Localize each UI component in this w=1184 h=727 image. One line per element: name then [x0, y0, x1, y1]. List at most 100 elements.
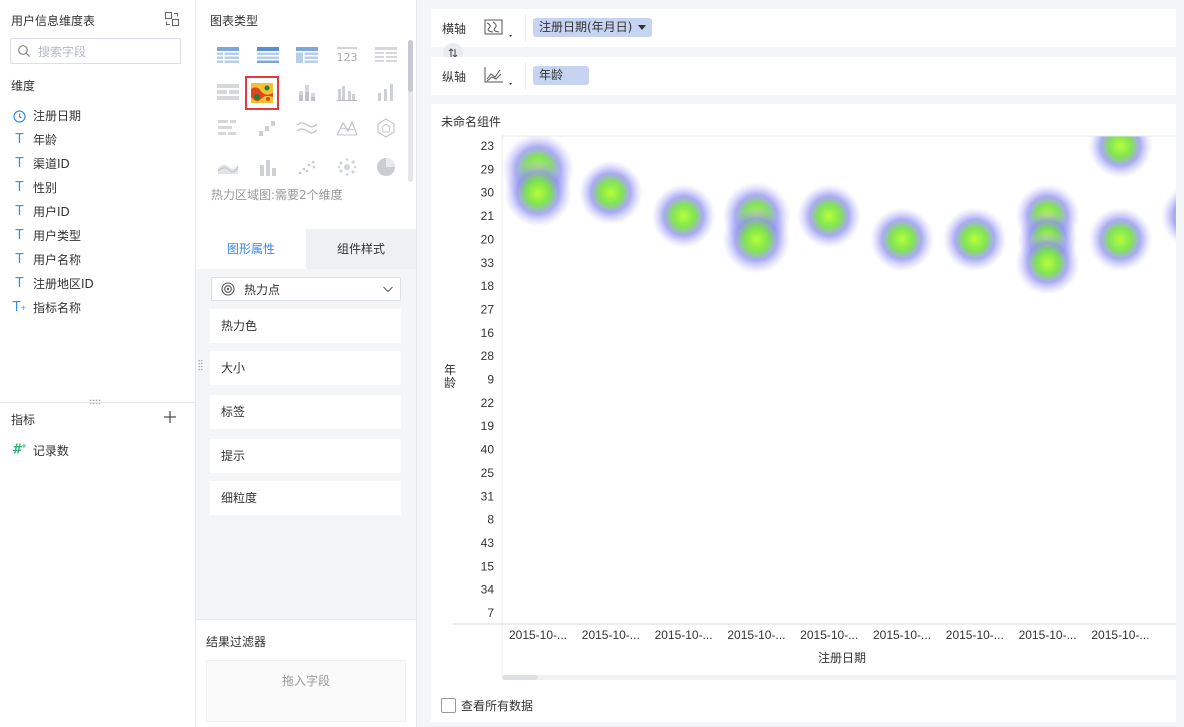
cross-table-icon[interactable]	[292, 40, 322, 70]
y-tick-label: 31	[481, 489, 495, 503]
tab-component-style[interactable]: 组件样式	[306, 229, 416, 269]
dimension-item[interactable]: T 用户名称	[12, 248, 94, 272]
y-axis-type-icon[interactable]	[484, 65, 516, 87]
polygon-radar-icon[interactable]	[371, 113, 401, 143]
heat-point-icon	[221, 282, 235, 296]
chart-type-scrollbar[interactable]	[408, 40, 413, 182]
y-tick-label: 16	[481, 326, 495, 340]
add-indicator-icon[interactable]	[163, 410, 177, 424]
dimension-item[interactable]: T 用户ID	[12, 200, 94, 224]
clock-icon	[12, 109, 27, 124]
y-tick-label: 25	[481, 466, 495, 480]
text-type-icon: T	[15, 204, 24, 219]
dimension-item[interactable]: 注册日期	[12, 104, 94, 128]
detail-table-icon[interactable]	[371, 40, 401, 70]
field-panel: 用户信息维度表 搜索字段 维度 注册日期 T 年龄 T 渠道ID T 性别 T 用户ID…	[0, 0, 196, 727]
heat-point[interactable]	[578, 160, 643, 225]
result-filter-title: 结果过滤器	[206, 635, 267, 649]
bar-chart-icon[interactable]	[213, 113, 243, 143]
dimension-item[interactable]: T 性别	[12, 176, 94, 200]
radar-line-icon[interactable]	[332, 113, 362, 143]
range-column-icon[interactable]	[253, 152, 283, 182]
field-search-input[interactable]: 搜索字段	[10, 38, 181, 64]
property-granularity[interactable]: 细粒度	[210, 481, 401, 515]
heat-point[interactable]	[504, 158, 572, 227]
table-chart-icon[interactable]	[213, 40, 243, 70]
y-tick-label: 22	[481, 396, 495, 410]
view-all-data-toggle[interactable]: 查看所有数据	[441, 697, 533, 714]
property-panel: 热力点 热力色 大小 标签 提示 细粒度	[196, 269, 416, 619]
chart-type-title: 图表类型	[210, 14, 259, 28]
x-tick-label: 2015-10-...	[1019, 628, 1077, 642]
text-card-icon[interactable]	[213, 77, 243, 107]
stacked-column-icon[interactable]	[292, 77, 322, 107]
section-divider	[0, 402, 195, 403]
text-type-icon: T	[15, 276, 24, 291]
heat-point[interactable]	[1088, 207, 1153, 272]
dimension-label: 性别	[33, 181, 58, 195]
bubble-icon[interactable]	[332, 152, 362, 182]
dimension-label: 用户ID	[33, 205, 70, 219]
property-label[interactable]: 标签	[210, 395, 401, 429]
search-placeholder: 搜索字段	[38, 45, 87, 59]
text-type-icon: T	[15, 180, 24, 195]
grouped-column-icon[interactable]	[332, 77, 362, 107]
heatmap-area-icon[interactable]	[245, 76, 279, 110]
kpi-number-icon[interactable]: 123	[332, 40, 362, 70]
tab-graphic-properties[interactable]: 图形属性	[196, 229, 306, 269]
x-tick-label: 2015-10-...	[1091, 628, 1149, 642]
indicator-item[interactable]: #+ 记录数	[12, 440, 69, 460]
dimension-item[interactable]: T 用户类型	[12, 224, 94, 248]
y-tick-label: 21	[481, 209, 495, 223]
dimension-item[interactable]: T 渠道ID	[12, 152, 94, 176]
area-chart-icon[interactable]	[213, 152, 243, 182]
scatter-icon[interactable]	[292, 152, 322, 182]
x-axis-field-pill[interactable]: 注册日期(年月日)	[533, 18, 653, 37]
property-heat-color[interactable]: 热力色	[210, 309, 401, 343]
axis-divider	[525, 15, 526, 41]
mark-type-select[interactable]: 热力点	[211, 277, 401, 301]
text-type-icon: T	[15, 156, 24, 171]
switch-dataset-icon[interactable]	[164, 11, 180, 27]
scrollbar-thumb[interactable]	[408, 40, 413, 92]
column-chart-icon[interactable]	[371, 77, 401, 107]
line-chart-icon[interactable]	[292, 113, 322, 143]
dimension-item[interactable]: T 年龄	[12, 128, 94, 152]
heat-point[interactable]	[1015, 230, 1080, 295]
heat-point[interactable]	[942, 207, 1007, 272]
x-tick-label: 2015-10-...	[800, 628, 858, 642]
dimension-label: 渠道ID	[33, 157, 70, 171]
y-tick-label: 18	[481, 279, 495, 293]
x-tick-label: 2015-10-...	[655, 628, 713, 642]
y-axis-field-pill[interactable]: 年龄	[533, 66, 589, 85]
view-all-checkbox[interactable]	[441, 698, 456, 713]
heat-point[interactable]	[722, 205, 791, 274]
heat-point[interactable]	[797, 184, 862, 249]
pie-chart-icon[interactable]	[371, 152, 401, 182]
y-tick-label: 30	[481, 186, 495, 200]
property-tooltip[interactable]: 提示	[210, 439, 401, 473]
y-tick-label: 15	[481, 559, 495, 573]
dimension-label: 用户名称	[33, 253, 82, 267]
hash-icon: #+	[12, 442, 27, 458]
dimension-item[interactable]: T + 指标名称	[12, 296, 94, 320]
panel-resize-handle[interactable]	[198, 359, 203, 371]
x-axis-type-icon[interactable]	[484, 17, 516, 39]
heat-point[interactable]	[870, 207, 934, 272]
svg-text:123: 123	[337, 51, 358, 64]
heat-point[interactable]	[1088, 114, 1153, 178]
dimension-label: 指标名称	[33, 301, 82, 315]
waterfall-icon[interactable]	[253, 113, 283, 143]
filter-divider	[196, 619, 416, 620]
heat-point[interactable]	[651, 184, 716, 249]
y-tick-label: 19	[481, 419, 495, 433]
chevron-down-icon	[383, 286, 393, 293]
y-axis-title: 年龄	[444, 363, 456, 390]
heat-point[interactable]	[1161, 184, 1176, 248]
filter-drop-zone[interactable]: 拖入字段	[206, 660, 406, 722]
x-tick-label: 2015-10-...	[946, 628, 1004, 642]
dimension-label: 用户类型	[33, 229, 82, 243]
property-size[interactable]: 大小	[210, 351, 401, 385]
dimension-item[interactable]: T 注册地区ID	[12, 272, 94, 296]
group-table-icon[interactable]	[253, 40, 283, 70]
